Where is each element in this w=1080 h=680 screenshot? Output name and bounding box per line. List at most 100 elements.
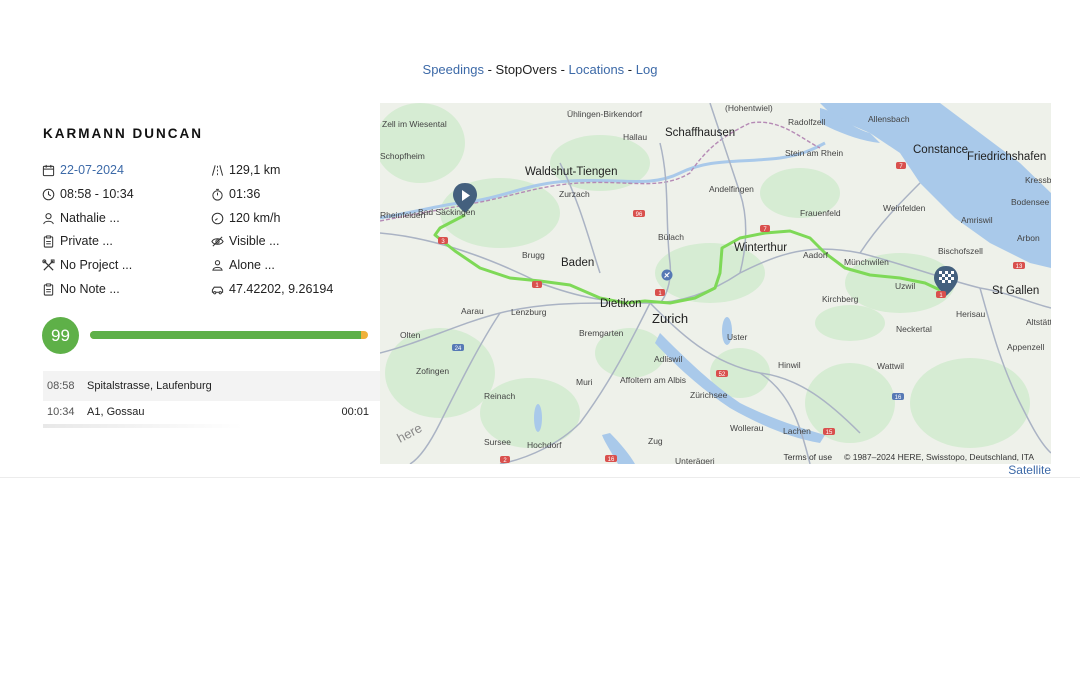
town-label: Wattwil (877, 361, 904, 371)
svg-text:16: 16 (608, 457, 615, 463)
city-label: Zurich (652, 311, 688, 326)
road-icon (211, 164, 224, 176)
list-item[interactable]: 10:34 A1, Gossau 00:01 (43, 401, 380, 423)
svg-text:24: 24 (455, 346, 462, 352)
trip-date-link[interactable]: 22-07-2024 (60, 163, 124, 177)
score-progress-bar (90, 331, 368, 339)
city-label: St Gallen (992, 285, 1039, 297)
city-label: Constance (913, 144, 968, 156)
town-label: Altstätt (1026, 317, 1051, 327)
trip-max-speed: 120 km/h (211, 209, 280, 227)
nav-separator: - (483, 62, 496, 77)
stops-list: 08:58 Spitalstrasse, Laufenburg 10:34 A1… (43, 371, 380, 423)
trip-time-range: 08:58 - 10:34 (42, 185, 134, 203)
city-label: Waldshut-Tiengen (525, 166, 617, 178)
speedometer-icon (211, 212, 224, 224)
town-label: Zürichsee (690, 390, 728, 400)
trip-type[interactable]: Private ... (42, 232, 113, 250)
trip-visibility[interactable]: Visible ... (211, 232, 280, 250)
stop-place: A1, Gossau (87, 406, 145, 418)
town-label: (Hohentwiel) (725, 103, 773, 113)
nav-separator: - (556, 62, 569, 77)
trip-date[interactable]: 22-07-2024 (42, 161, 124, 179)
town-label: Münchwilen (844, 257, 889, 267)
svg-text:52: 52 (719, 372, 726, 378)
town-label: Lenzburg (511, 307, 547, 317)
stop-time: 08:58 (47, 380, 75, 392)
trip-project[interactable]: No Project ... (42, 256, 132, 274)
tab-log[interactable]: Log (636, 62, 658, 77)
town-label: Uster (727, 332, 747, 342)
town-label: Ühlingen-Birkendorf (567, 109, 643, 119)
project-value: No Project ... (60, 258, 133, 272)
max-speed-value: 120 km/h (229, 211, 281, 225)
town-label: Herisau (956, 309, 986, 319)
town-label: Amriswil (961, 215, 993, 225)
satellite-toggle[interactable]: Satellite (1008, 463, 1051, 477)
trip-type-value: Private ... (60, 234, 113, 248)
list-item[interactable]: 08:58 Spitalstrasse, Laufenburg (43, 371, 380, 401)
town-label: Wollerau (730, 423, 764, 433)
town-label: Zofingen (416, 366, 449, 376)
time-range-value: 08:58 - 10:34 (60, 187, 134, 201)
town-label: Bremgarten (579, 328, 624, 338)
tab-speedings[interactable]: Speedings (423, 62, 484, 77)
town-label: Bischofszell (938, 246, 983, 256)
score-progress-fill (90, 331, 362, 339)
town-label: Zurzach (559, 189, 590, 199)
tab-locations[interactable]: Locations (569, 62, 625, 77)
city-label: Winterthur (734, 242, 787, 254)
nav-separator: - (624, 62, 636, 77)
town-label: Olten (400, 330, 421, 340)
trip-user[interactable]: Nathalie ... (42, 209, 120, 227)
city-label: Dietikon (600, 298, 642, 310)
svg-text:96: 96 (636, 212, 643, 218)
map-canvas[interactable]: 3 1 1 7 7 1 13 96 24 52 15 16 2 16 Zuric… (380, 103, 1051, 464)
score-value: 99 (51, 325, 70, 345)
clipboard-icon (43, 234, 54, 248)
stop-place: Spitalstrasse, Laufenburg (87, 380, 212, 392)
note-icon (43, 282, 54, 296)
town-label: Bülach (658, 232, 684, 242)
town-label: Muri (576, 377, 593, 387)
route-map[interactable]: 3 1 1 7 7 1 13 96 24 52 15 16 2 16 Zuric… (380, 103, 1051, 464)
svg-text:16: 16 (895, 395, 902, 401)
town-label: Reinach (484, 391, 515, 401)
tab-stopovers[interactable]: StopOvers (496, 62, 557, 77)
town-label: Adliswil (654, 354, 682, 364)
map-attribution: Terms of use © 1987–2024 HERE, Swisstopo… (783, 452, 1034, 462)
town-label: Hinwil (778, 360, 801, 370)
town-label: Frauenfeld (800, 208, 841, 218)
distance-value: 129,1 km (229, 163, 281, 177)
trip-coordinates: 47.42202, 9.26194 (211, 280, 333, 298)
svg-text:13: 13 (1016, 264, 1023, 270)
town-label: Arbon (1017, 233, 1040, 243)
trip-company[interactable]: Alone ... (211, 256, 275, 274)
eye-slash-icon (211, 235, 224, 247)
car-icon (211, 286, 224, 294)
trip-note[interactable]: No Note ... (42, 280, 120, 298)
score-badge: 99 (42, 317, 79, 354)
users-icon (212, 259, 223, 271)
town-label: Kirchberg (822, 294, 859, 304)
city-label: Friedrichshafen (967, 151, 1046, 163)
driver-name: KARMANN DUNCAN (43, 126, 203, 141)
trip-distance: 129,1 km (211, 161, 280, 179)
town-label: Schopfheim (380, 151, 425, 161)
tools-icon (42, 258, 55, 271)
town-label: Affoltern am Albis (620, 375, 686, 385)
town-label: Zug (648, 436, 663, 446)
user-value: Nathalie ... (60, 211, 120, 225)
clock-icon (42, 188, 55, 200)
terms-link[interactable]: Terms of use (783, 452, 832, 462)
town-label: Aarau (461, 306, 484, 316)
copyright-text: © 1987–2024 HERE, Swisstopo, Deutschland… (844, 452, 1034, 462)
town-label: Sursee (484, 437, 511, 447)
lake-hallwil (534, 404, 542, 432)
note-value: No Note ... (60, 282, 120, 296)
town-label: Hochdorf (527, 440, 562, 450)
list-scroll-fade (43, 424, 243, 428)
company-value: Alone ... (229, 258, 275, 272)
airport-icon (661, 269, 673, 281)
town-label: Aadorf (803, 250, 829, 260)
